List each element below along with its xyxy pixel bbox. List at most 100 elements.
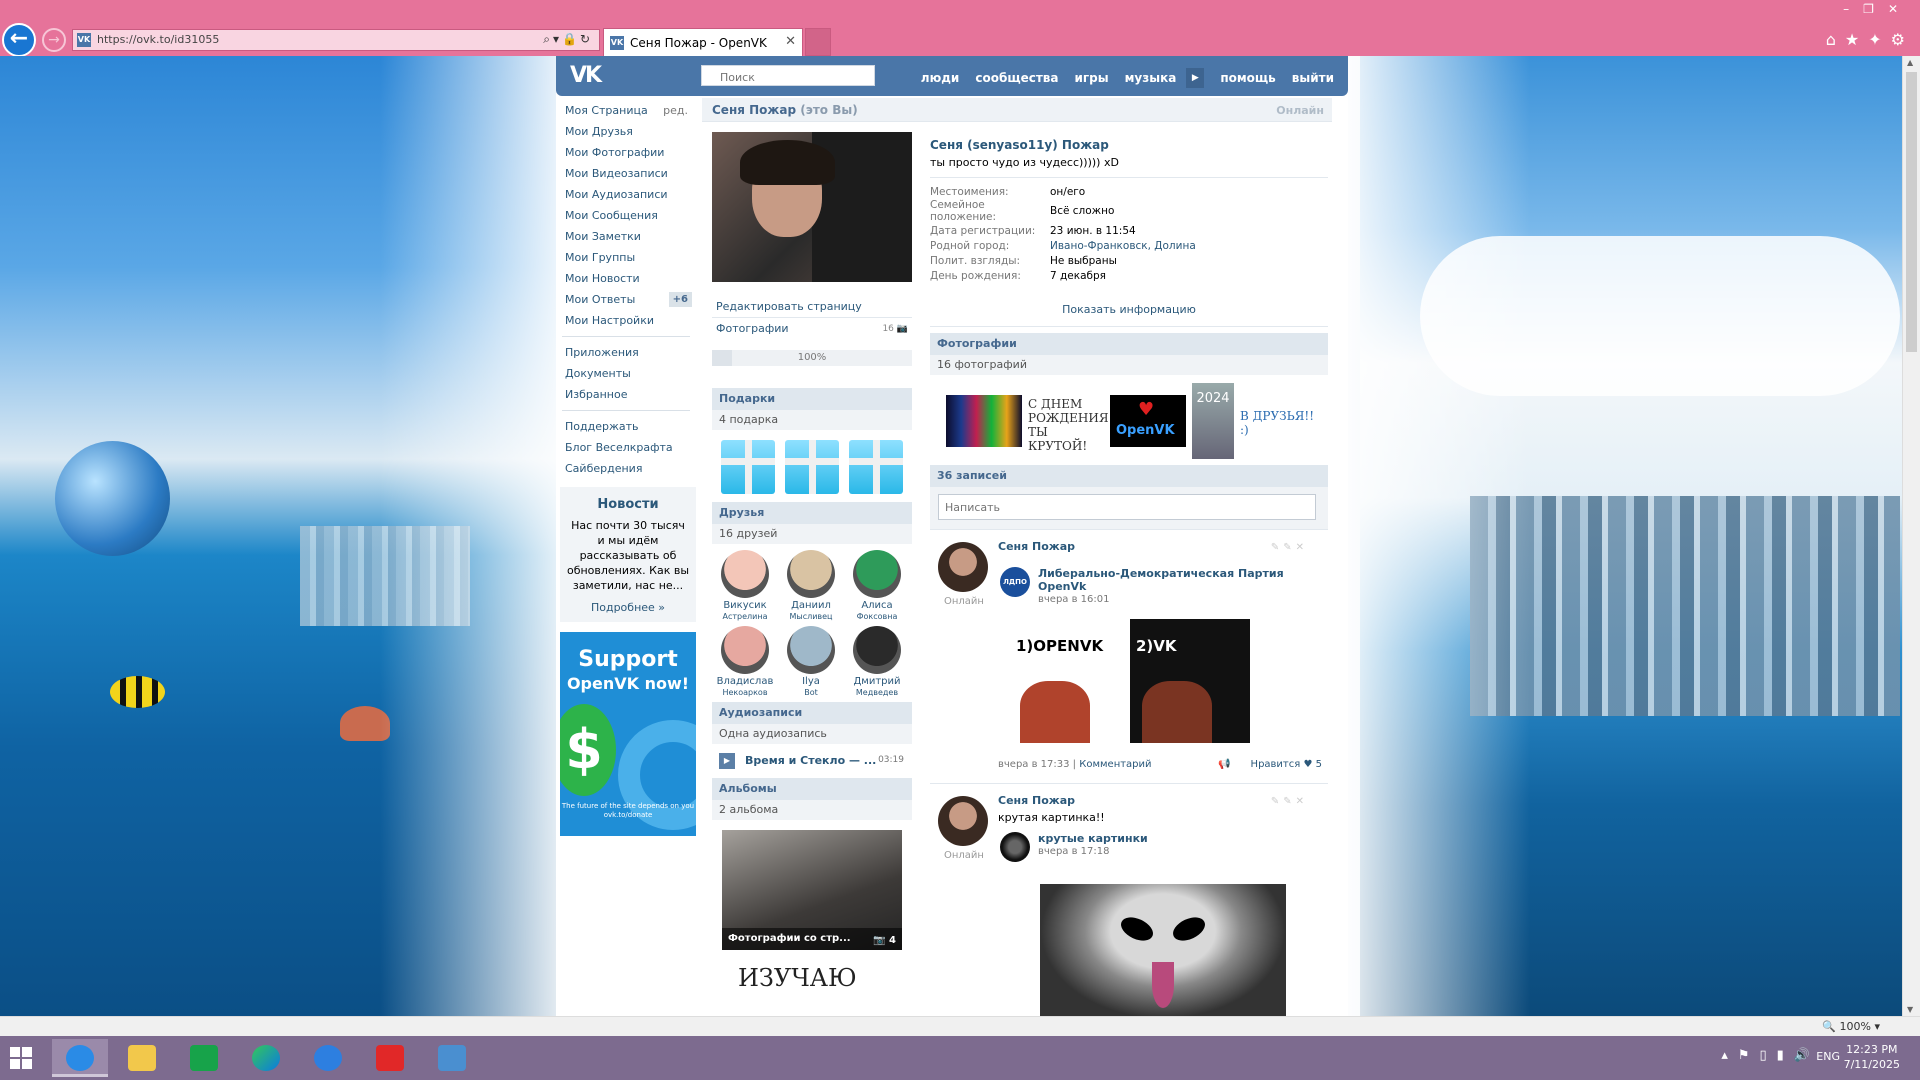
photo-thumb[interactable] <box>946 395 1022 447</box>
friend-avatar[interactable] <box>853 550 901 598</box>
friend-card[interactable]: Владислав Некоарков <box>712 626 778 698</box>
tray-expand-icon[interactable]: ▴ <box>1721 1048 1738 1063</box>
audio-track-title[interactable]: Время и Стекло — ... <box>745 754 876 767</box>
scroll-up-icon[interactable]: ▲ <box>1907 58 1913 67</box>
sidebar-item-messages[interactable]: Мои Сообщения <box>556 205 696 226</box>
pin-icon[interactable]: ✎ <box>1283 796 1295 807</box>
post-image[interactable] <box>1040 884 1286 1016</box>
restore-icon[interactable]: ❐ <box>1863 2 1888 16</box>
photo-thumb[interactable]: ♥ OpenVK <box>1110 395 1186 447</box>
close-window-icon[interactable]: ✕ <box>1888 2 1912 16</box>
play-icon[interactable]: ▶ <box>719 753 735 769</box>
friend-card[interactable]: Ilya Bot <box>778 626 844 698</box>
address-url[interactable]: https://ovk.to/id31055 <box>97 33 219 46</box>
post-actions[interactable]: ✎✎✕ <box>1271 542 1308 553</box>
gifts-header[interactable]: Подарки <box>712 388 912 410</box>
home-icon[interactable]: ⌂ <box>1826 30 1845 49</box>
flag-icon[interactable]: ⚑ <box>1738 1048 1760 1063</box>
hometown-link[interactable]: Ивано-Франковск, Долина <box>1050 238 1196 253</box>
friend-avatar[interactable] <box>787 626 835 674</box>
forward-button[interactable]: → <box>42 28 66 52</box>
scroll-down-icon[interactable]: ▼ <box>1907 1005 1913 1014</box>
windows-start-icon[interactable] <box>10 1047 32 1069</box>
post-author-avatar[interactable] <box>938 796 988 846</box>
sidebar-item-blog[interactable]: Блог Веселкрафта <box>556 437 696 458</box>
post-image[interactable]: 1)OPENVK <box>1008 619 1130 743</box>
photo-thumb[interactable]: 2024 <box>1192 383 1234 459</box>
photos-link[interactable]: Фотографии 16 📷 <box>712 318 912 340</box>
sidebar-item-settings[interactable]: Мои Настройки <box>556 310 696 331</box>
window-controls[interactable]: –❐✕ <box>1843 2 1912 16</box>
sidebar-item-my-page[interactable]: Моя Страница ред. <box>556 100 696 121</box>
search-icon[interactable]: ⌕ <box>543 32 553 46</box>
sidebar-item-audio[interactable]: Мои Аудиозаписи <box>556 184 696 205</box>
language-indicator[interactable]: ENG <box>1816 1050 1840 1063</box>
friend-surname[interactable]: Bot <box>778 688 844 698</box>
post-author-avatar[interactable] <box>938 542 988 592</box>
minimize-icon[interactable]: – <box>1843 2 1863 16</box>
gift-box-icon[interactable] <box>721 440 775 494</box>
repost-date[interactable]: вчера в 16:01 <box>1038 594 1328 605</box>
photo-thumb[interactable]: В ДРУЗЬЯ!! :) <box>1240 395 1316 447</box>
albums-header[interactable]: Альбомы <box>712 778 912 800</box>
new-tab-button[interactable] <box>805 28 831 56</box>
delete-icon[interactable]: ✕ <box>1296 796 1308 807</box>
post-actions[interactable]: ✎✎✕ <box>1271 796 1308 807</box>
browser-toolbar-right[interactable]: ⌂★✦⚙ <box>1826 30 1914 49</box>
edit-link[interactable]: ред. <box>663 100 688 121</box>
sidebar-item-donate[interactable]: Поддержать <box>556 416 696 437</box>
profile-status[interactable]: ты просто чудо из чудесс))))) xD <box>930 156 1328 178</box>
settings-gear-icon[interactable]: ⚙ <box>1891 30 1914 49</box>
repost-name[interactable]: Либерально-Демократическая Партия OpenVk <box>1038 567 1328 593</box>
friend-avatar[interactable] <box>853 626 901 674</box>
friend-surname[interactable]: Астрелина <box>712 612 778 622</box>
share-icon[interactable]: 📢 <box>1218 759 1230 770</box>
zoom-control[interactable]: 🔍 100% ▾ <box>1822 1020 1880 1033</box>
photos-header[interactable]: Фотографии <box>930 333 1328 355</box>
repost-date[interactable]: вчера в 17:18 <box>1038 846 1328 857</box>
sidebar-item-news[interactable]: Мои Новости <box>556 268 696 289</box>
friend-card[interactable]: Викусик Астрелина <box>712 550 778 622</box>
sidebar-item-favorites[interactable]: Избранное <box>556 384 696 405</box>
search-input[interactable] <box>701 65 875 86</box>
nav-communities[interactable]: сообщества <box>975 71 1058 85</box>
post-date[interactable]: вчера в 17:33 <box>998 759 1070 770</box>
taskbar-telegram[interactable] <box>424 1039 480 1077</box>
edit-icon[interactable]: ✎ <box>1271 796 1283 807</box>
gift-box-icon[interactable] <box>849 440 903 494</box>
friends-header[interactable]: Друзья <box>712 502 912 524</box>
nav-people[interactable]: люди <box>921 71 960 85</box>
clock[interactable]: 12:23 PM 7/11/2025 <box>1844 1042 1900 1072</box>
support-banner[interactable]: Support OpenVK now! $ The future of the … <box>560 632 696 836</box>
refresh-icon[interactable]: ↻ <box>580 32 593 46</box>
audio-track[interactable]: ▶ Время и Стекло — ... 03:19 <box>712 744 912 778</box>
sidebar-item-replies[interactable]: Мои Ответы +6 <box>556 289 696 310</box>
repost-avatar[interactable] <box>1000 832 1030 862</box>
friend-name[interactable]: Даниил <box>778 600 844 612</box>
taskbar-explorer[interactable] <box>114 1039 170 1077</box>
friend-name[interactable]: Алиса <box>844 600 910 612</box>
friend-surname[interactable]: Медведев <box>844 688 910 698</box>
profile-avatar[interactable] <box>712 132 912 282</box>
sidebar-item-notes[interactable]: Мои Заметки <box>556 226 696 247</box>
address-bar-icons[interactable]: ⌕▾🔒↻ <box>543 32 593 47</box>
sidebar-item-cyberdenia[interactable]: Сайбердения <box>556 458 696 479</box>
friend-surname[interactable]: Некоарков <box>712 688 778 698</box>
sidebar-item-groups[interactable]: Мои Группы <box>556 247 696 268</box>
battery-icon[interactable]: ▯ <box>1760 1048 1777 1063</box>
sidebar-item-friends[interactable]: Мои Друзья <box>556 121 696 142</box>
lock-icon[interactable]: 🔒 <box>562 32 580 46</box>
album-card-second[interactable]: ИЗУЧАЮ <box>738 964 912 992</box>
dropdown-icon[interactable]: ▾ <box>553 32 562 46</box>
friend-name[interactable]: Ilya <box>778 676 844 688</box>
friend-card[interactable]: Дмитрий Медведев <box>844 626 910 698</box>
friend-surname[interactable]: Мысливец <box>778 612 844 622</box>
taskbar-edge[interactable] <box>238 1039 294 1077</box>
wall-write-input[interactable] <box>938 494 1316 520</box>
friend-avatar[interactable] <box>787 550 835 598</box>
sidebar-item-documents[interactable]: Документы <box>556 363 696 384</box>
delete-icon[interactable]: ✕ <box>1296 542 1308 553</box>
music-play-icon[interactable]: ▶ <box>1186 68 1205 88</box>
album-card[interactable]: Фотографии со стр... 📷 4 <box>722 830 902 950</box>
sidebar-item-apps[interactable]: Приложения <box>556 342 696 363</box>
